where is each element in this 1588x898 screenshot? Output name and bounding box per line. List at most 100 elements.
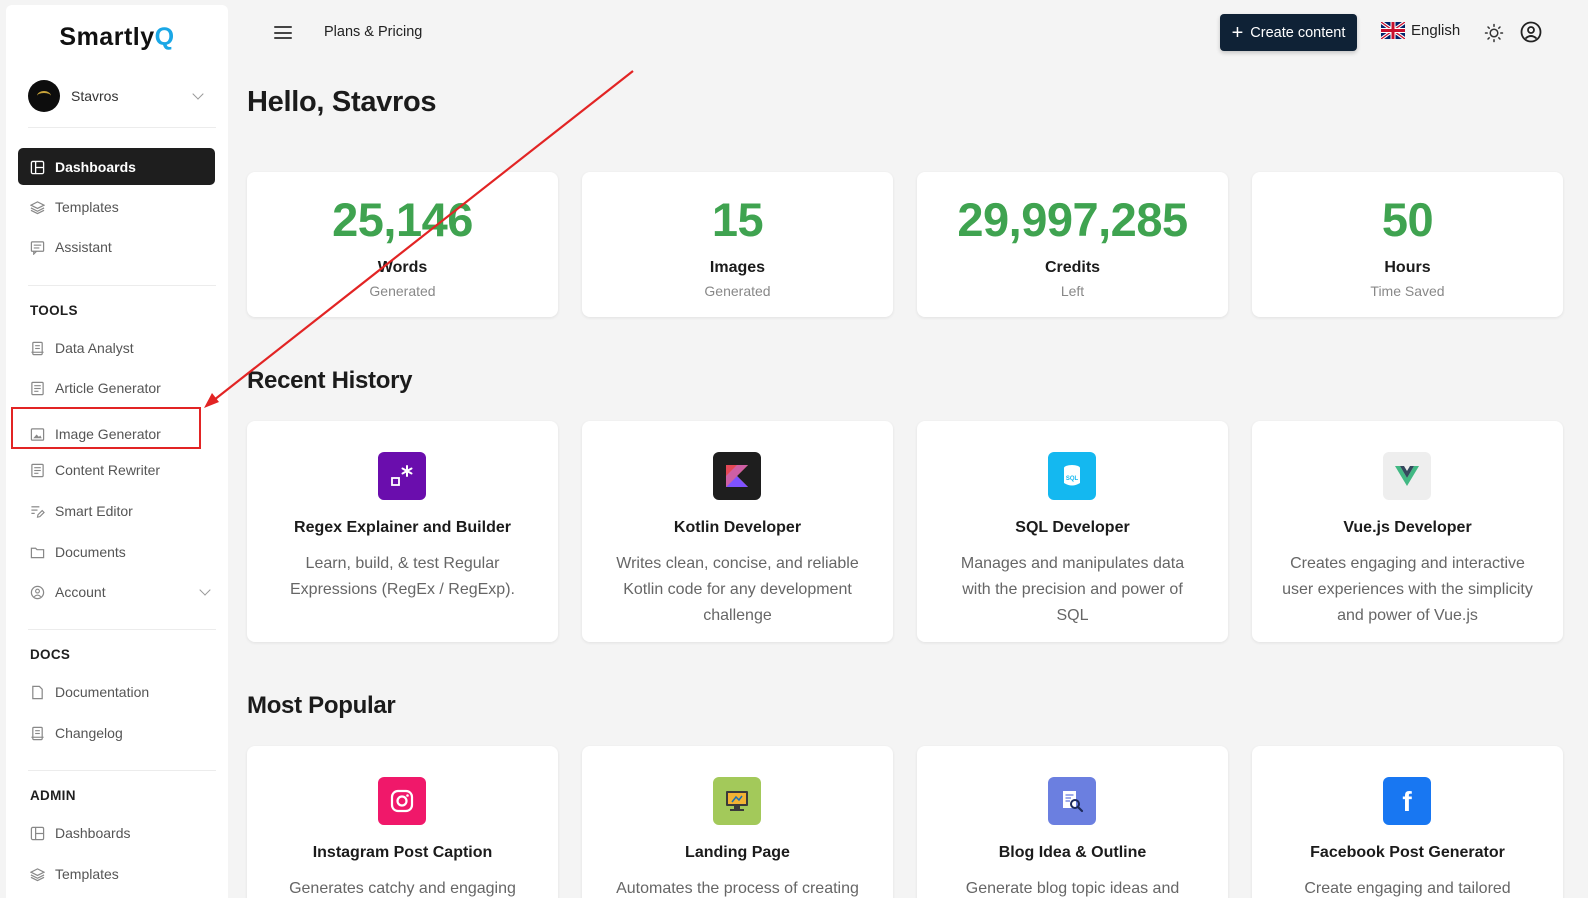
sidebar-item-changelog[interactable]: Changelog — [18, 714, 215, 751]
chat-icon — [30, 240, 45, 255]
stat-sublabel: Time Saved — [1370, 283, 1445, 299]
card-description: Generates catchy and engaging — [289, 880, 516, 897]
popular-card-landing-page[interactable]: Landing Page Automates the process of cr… — [582, 746, 893, 898]
sidebar-item-templates[interactable]: Templates — [18, 188, 215, 225]
vue-icon — [1383, 452, 1431, 500]
edit-icon — [30, 504, 45, 518]
sidebar-item-label: Content Rewriter — [55, 461, 161, 478]
menu-icon[interactable] — [274, 26, 292, 39]
sidebar-item-documentation[interactable]: Documentation — [18, 673, 215, 710]
recent-card-sql[interactable]: SQL SQL Developer Manages and manipulate… — [917, 421, 1228, 642]
sidebar-item-label: Documentation — [55, 683, 150, 700]
most-popular-heading: Most Popular — [247, 692, 396, 719]
card-title: Vue.js Developer — [1343, 519, 1472, 536]
card-title: Instagram Post Caption — [312, 844, 493, 861]
dashboard-icon — [30, 826, 45, 840]
section-title-admin: ADMIN — [30, 788, 76, 803]
monitor-icon — [713, 777, 761, 825]
sidebar-item-label: Article Generator — [55, 379, 161, 396]
layers-icon — [30, 867, 45, 881]
kotlin-icon — [713, 452, 761, 500]
create-content-label: Create content — [1250, 24, 1346, 41]
sidebar-item-label: Templates — [55, 865, 119, 882]
stat-label: Words — [377, 259, 428, 276]
file-icon — [30, 726, 45, 740]
dashboard-icon — [30, 160, 45, 174]
sidebar-item-label: Templates — [55, 198, 119, 215]
section-title-docs: DOCS — [30, 647, 71, 662]
sidebar-item-assistant[interactable]: Assistant — [18, 228, 215, 265]
stat-value: 50 — [1381, 193, 1434, 246]
user-name: Stavros — [71, 88, 119, 104]
sidebar-item-data-analyst[interactable]: Data Analyst — [18, 329, 215, 366]
stat-label: Images — [709, 259, 766, 276]
recent-card-vue[interactable]: Vue.js Developer Creates engaging and in… — [1252, 421, 1563, 642]
card-title: Facebook Post Generator — [1310, 844, 1505, 861]
sidebar-item-smart-editor[interactable]: Smart Editor — [18, 492, 215, 529]
stat-sublabel: Generated — [704, 283, 771, 299]
document-icon — [30, 381, 45, 395]
sidebar-item-label: Changelog — [55, 724, 123, 741]
card-title: Kotlin Developer — [673, 519, 802, 536]
card-title: Landing Page — [685, 844, 790, 861]
workspace-switcher[interactable]: Stavros — [28, 80, 208, 112]
sidebar-item-documents[interactable]: Documents — [18, 533, 215, 570]
plans-pricing-link[interactable]: Plans & Pricing — [324, 24, 422, 40]
stat-card-words: 25,146 Words Generated — [247, 172, 558, 317]
stat-value: 29,997,285 — [957, 193, 1188, 246]
stat-sublabel: Generated — [369, 283, 436, 299]
card-description: Create engaging and tailored — [1304, 880, 1511, 897]
recent-history-heading: Recent History — [247, 367, 413, 394]
regex-icon — [378, 452, 426, 500]
stat-label: Hours — [1384, 259, 1431, 276]
sidebar-item-admin-templates[interactable]: Templates — [18, 855, 215, 892]
sidebar-item-admin-dashboards[interactable]: Dashboards — [18, 814, 215, 851]
stat-card-images: 15 Images Generated — [582, 172, 893, 317]
divider — [28, 127, 216, 128]
card-description: Learn, build, & test Regular Expressions… — [290, 555, 515, 598]
document-icon — [30, 463, 45, 477]
sql-icon: SQL — [1048, 452, 1096, 500]
sidebar-item-label: Dashboards — [55, 824, 131, 841]
card-description: Automates the process of creating — [616, 880, 859, 897]
divider — [28, 285, 216, 286]
annotation-highlight-box — [11, 407, 201, 449]
facebook-icon: f — [1383, 777, 1431, 825]
popular-card-instagram[interactable]: Instagram Post Caption Generates catchy … — [247, 746, 558, 898]
sidebar-item-article-generator[interactable]: Article Generator — [18, 369, 215, 406]
card-description: Creates engaging and interactive user ex… — [1282, 555, 1533, 624]
svg-text:f: f — [1402, 787, 1412, 815]
stat-value: 25,146 — [332, 193, 473, 246]
layers-icon — [30, 200, 45, 214]
create-content-button[interactable]: + Create content — [1220, 14, 1357, 51]
sidebar-item-content-rewriter[interactable]: Content Rewriter — [18, 451, 215, 488]
recent-card-kotlin[interactable]: Kotlin Developer Writes clean, concise, … — [582, 421, 893, 642]
chevron-down-icon — [199, 583, 211, 596]
svg-text:SQL: SQL — [1066, 476, 1079, 482]
sidebar-item-label: Account — [55, 583, 106, 600]
sidebar-item-label: Documents — [55, 543, 126, 560]
uk-flag-icon — [1381, 22, 1405, 39]
user-profile-icon[interactable] — [1520, 21, 1542, 43]
logo-text: Smartly — [59, 23, 155, 51]
sidebar-item-label: Smart Editor — [55, 502, 133, 519]
sidebar-item-label: Dashboards — [55, 158, 136, 175]
card-title: Blog Idea & Outline — [998, 844, 1147, 861]
recent-card-regex[interactable]: Regex Explainer and Builder Learn, build… — [247, 421, 558, 642]
stat-sublabel: Left — [1060, 283, 1085, 299]
chevron-down-icon — [192, 88, 204, 100]
sidebar-item-dashboards[interactable]: Dashboards — [18, 148, 215, 185]
sidebar: SmartlyQ Stavros Dashboards Templates As… — [6, 5, 228, 898]
popular-card-facebook[interactable]: f Facebook Post Generator Create engagin… — [1252, 746, 1563, 898]
instagram-icon — [378, 777, 426, 825]
logo[interactable]: SmartlyQ — [6, 23, 228, 52]
stat-card-hours: 50 Hours Time Saved — [1252, 172, 1563, 317]
sidebar-item-account[interactable]: Account — [18, 573, 215, 610]
logo-accent: Q — [154, 23, 175, 51]
popular-card-blog-idea[interactable]: Blog Idea & Outline Generate blog topic … — [917, 746, 1228, 898]
avatar — [28, 80, 60, 112]
sun-icon[interactable] — [1484, 23, 1504, 43]
divider — [28, 629, 216, 630]
plus-icon: + — [1231, 21, 1244, 44]
language-selector[interactable]: English — [1381, 22, 1460, 39]
